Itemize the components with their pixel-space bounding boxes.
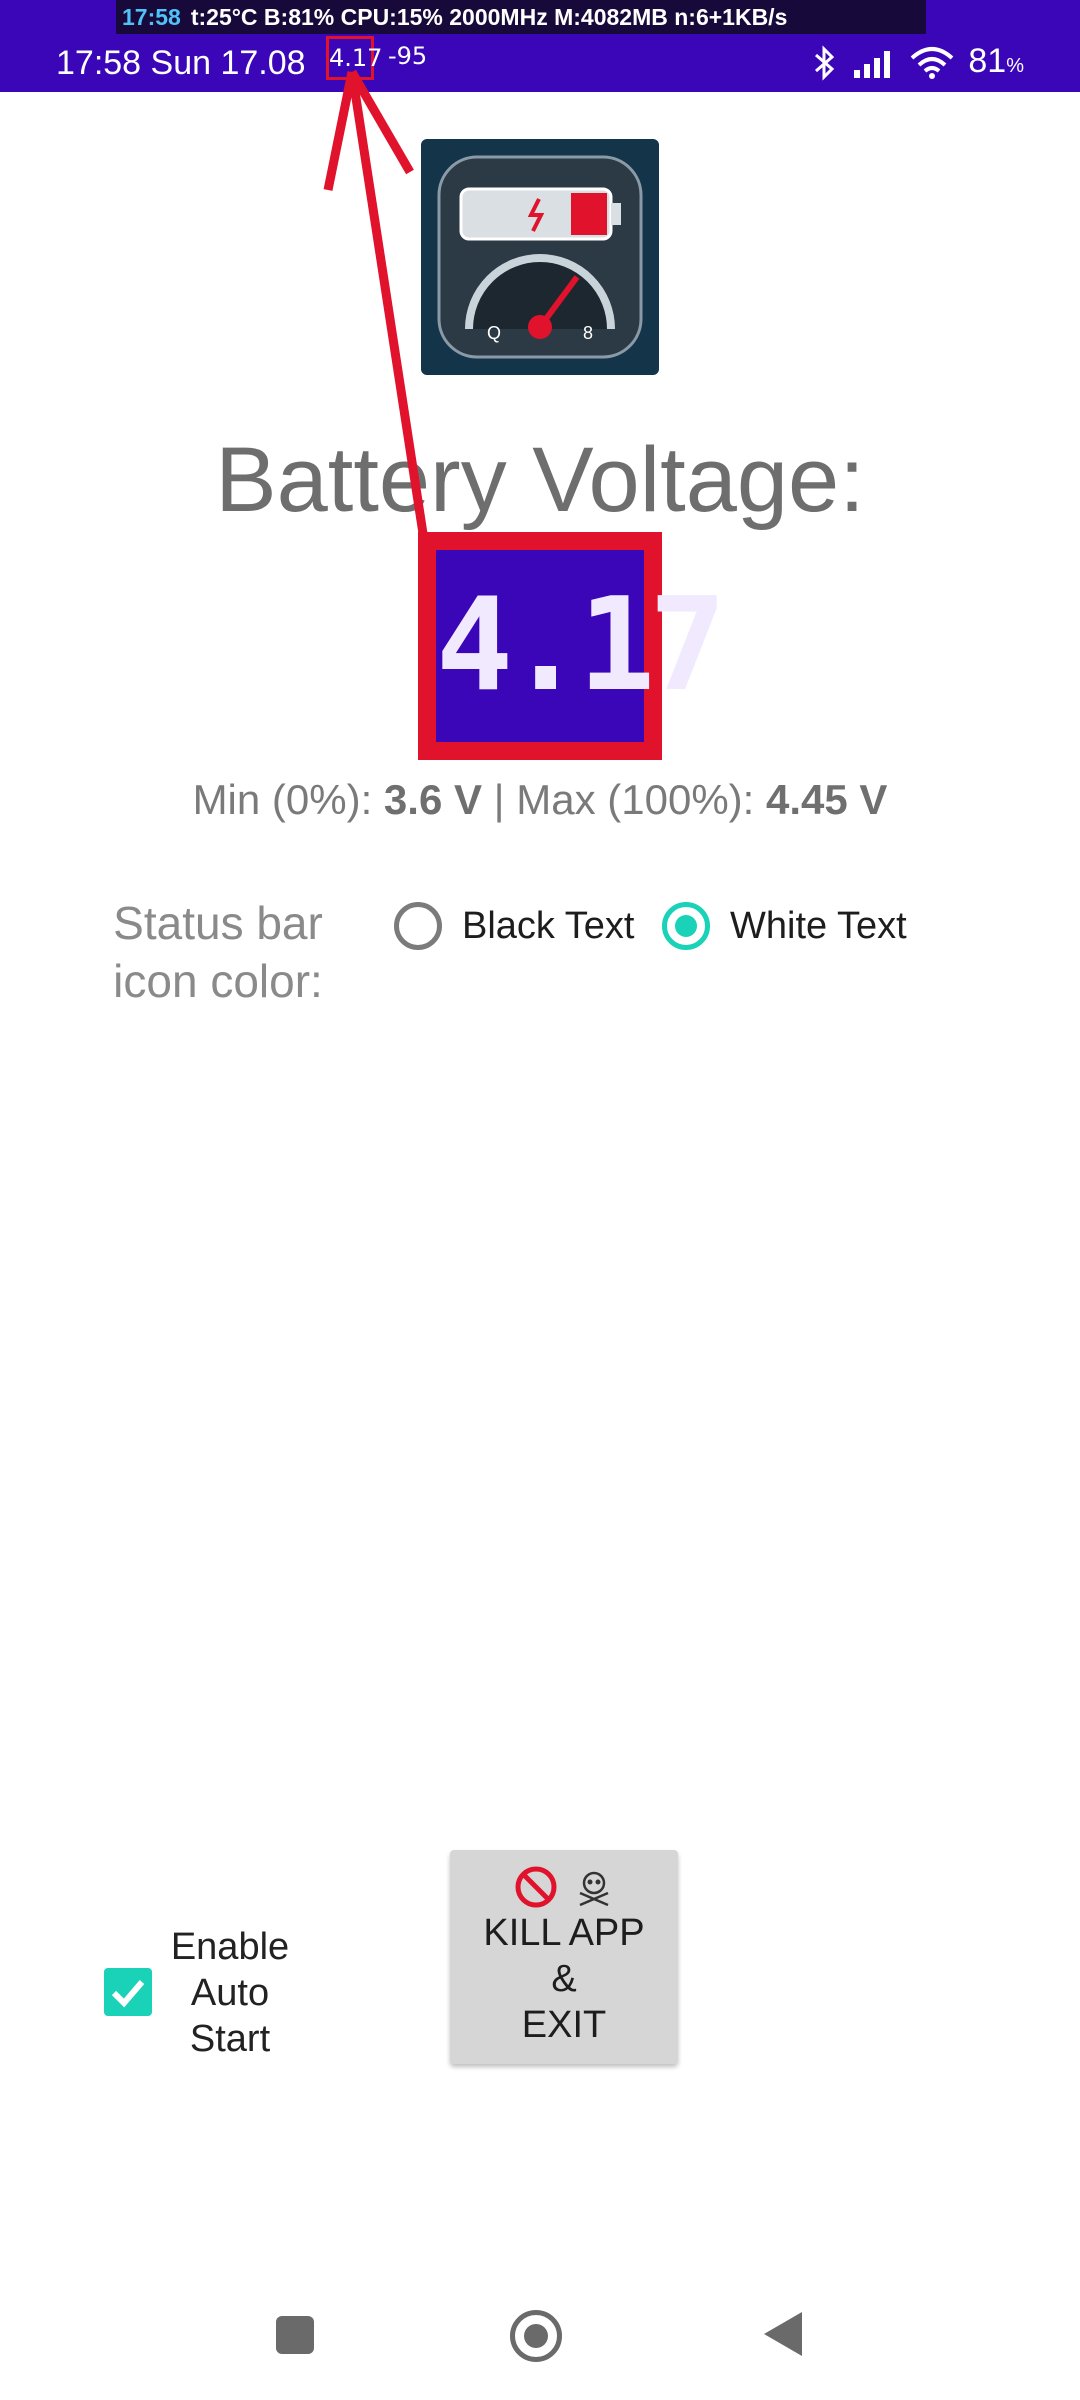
overlay-stats: t:25°C B:81% CPU:15% 2000MHz M:4082MB n:… [190, 4, 788, 30]
radio-black-text-label[interactable]: Black Text [462, 905, 634, 948]
kill-button-line1: KILL APP [483, 1912, 645, 1954]
bluetooth-icon [812, 45, 838, 81]
max-label: Max (100%): [516, 776, 766, 823]
radio-black-text-circle[interactable] [394, 902, 442, 950]
voltage-value: 4.17 [436, 550, 726, 742]
radio-white-text-label[interactable]: White Text [730, 905, 907, 948]
signal-strength-value: -95 [388, 42, 428, 70]
page-title: Battery Voltage: [215, 429, 865, 531]
overlay-time: 17:58 [122, 4, 181, 30]
battery-percent-symbol: % [1006, 54, 1024, 77]
system-monitor-overlay: 17:58 t:25°C B:81% CPU:15% 2000MHz M:4082… [116, 0, 926, 34]
cellular-signal-icon [852, 48, 896, 78]
auto-start-label[interactable]: Enable Auto Start [160, 1924, 300, 2062]
no-entry-icon [515, 1866, 557, 1908]
icon-color-label: Status bar icon color: [113, 897, 323, 1007]
min-label: Min (0%): [192, 776, 384, 823]
battery-percent: 81% [968, 38, 1024, 89]
radio-black-text[interactable]: Black Text [394, 896, 634, 956]
back-button[interactable] [764, 2312, 802, 2356]
status-datetime: 17:58 Sun 17.08 [56, 44, 306, 82]
skull-crossbones-icon [579, 1871, 609, 1907]
status-voltage-indicator: 4.17 [326, 36, 382, 80]
recents-button[interactable] [276, 2316, 314, 2354]
checkmark-icon [111, 1980, 145, 2008]
min-value: 3.6 V [383, 776, 482, 823]
max-value: 4.45 V [766, 776, 888, 823]
kill-button-line2: & [551, 1958, 577, 2000]
battery-percent-value: 81 [968, 41, 1007, 80]
svg-text:8: 8 [583, 323, 593, 343]
kill-app-exit-button[interactable]: KILL APP & EXIT [450, 1850, 678, 2064]
home-button[interactable] [510, 2310, 562, 2362]
status-bar: 17:58 t:25°C B:81% CPU:15% 2000MHz M:4082… [0, 0, 1080, 92]
navigation-bar [0, 2290, 1080, 2380]
kill-button-icons [450, 1864, 678, 1910]
radio-white-text-circle[interactable] [662, 902, 710, 950]
radio-white-text[interactable]: White Text [662, 896, 907, 956]
svg-text:Q: Q [487, 323, 501, 343]
kill-button-line3: EXIT [521, 2004, 607, 2046]
app-logo: Q 8 [421, 139, 659, 375]
voltage-range: Min (0%): 3.6 V | Max (100%): 4.45 V [0, 772, 1080, 828]
wifi-icon [910, 46, 954, 80]
voltage-highlight-box: 4.17 [418, 532, 726, 760]
status-right-icons: 81% [812, 40, 1024, 86]
range-separator: | [482, 776, 517, 823]
auto-start-checkbox[interactable] [104, 1968, 152, 2016]
